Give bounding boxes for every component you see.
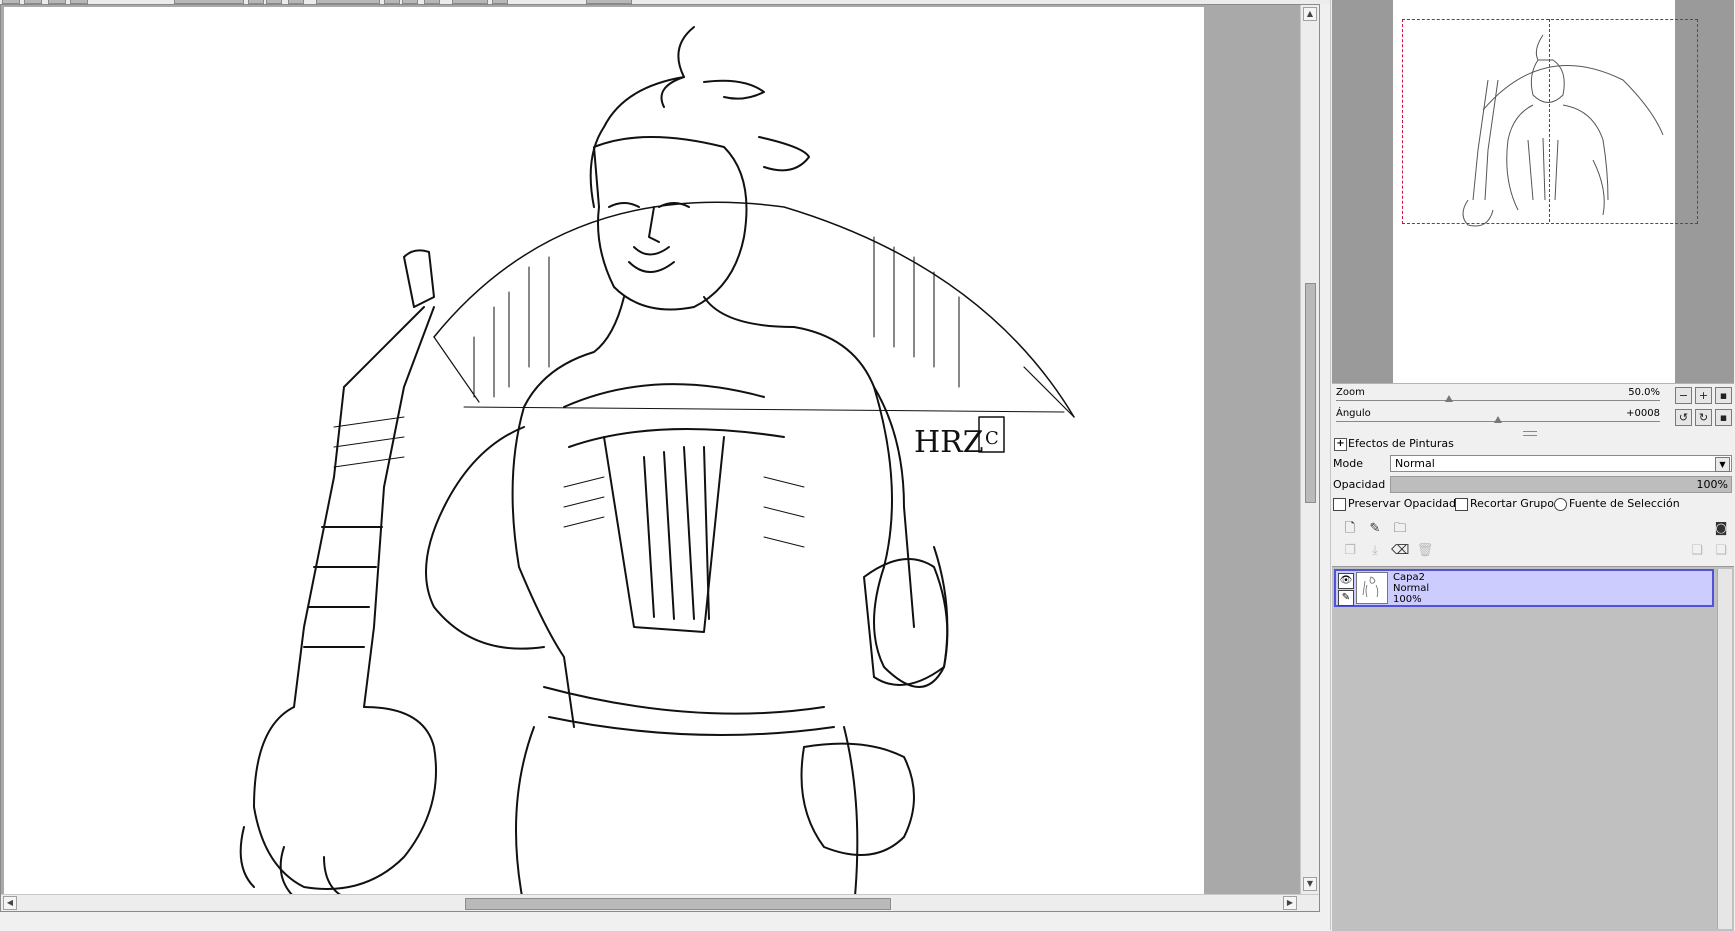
clip-group-label: Recortar Grupo — [1470, 497, 1555, 510]
layer-list-scrollbar[interactable] — [1717, 569, 1732, 929]
mode-label: Mode — [1333, 457, 1363, 470]
selection-source-label: Fuente de Selección — [1569, 497, 1680, 510]
zoom-out-button[interactable]: − — [1675, 387, 1692, 404]
merge-down-icon[interactable]: ⤓ — [1366, 542, 1384, 560]
zoom-in-button[interactable]: + — [1695, 387, 1712, 404]
navigator-viewport-frame[interactable] — [1402, 19, 1698, 224]
vertical-scroll-thumb[interactable] — [1305, 283, 1316, 503]
line-art-drawing: HRZ C — [239, 26, 1075, 908]
panel-splitter-grip[interactable] — [1523, 431, 1537, 436]
zoom-slider-handle[interactable] — [1445, 395, 1453, 402]
rotate-right-icon[interactable]: ↻ — [1695, 409, 1712, 426]
opacity-slider[interactable]: 100% — [1390, 476, 1732, 493]
canvas-horizontal-scrollbar[interactable]: ◀ ▶ — [1, 894, 1319, 911]
angle-slider[interactable]: Ángulo +0008 — [1332, 406, 1664, 424]
copy-layer-icon[interactable]: ❐ — [1341, 542, 1359, 560]
canvas-vertical-scrollbar[interactable]: ▲ ▼ — [1300, 5, 1319, 911]
radio-circle[interactable] — [1554, 498, 1567, 511]
delete-layer-icon[interactable]: 🗑 — [1416, 542, 1434, 560]
layer-opacity: 100% — [1393, 594, 1422, 605]
layer-info: Capa2 Normal 100% — [1393, 572, 1429, 605]
clear-layer-icon[interactable]: ⌫ — [1391, 542, 1409, 560]
zoom-label: Zoom — [1336, 387, 1365, 398]
right-panel: Zoom 50.0% − + ▪ Ángulo +0008 ↺ ↻ ▪ + Ef… — [1330, 0, 1735, 931]
apply-mask-icon[interactable]: ❏ — [1688, 542, 1706, 560]
angle-slider-handle[interactable] — [1494, 416, 1502, 423]
new-folder-icon[interactable]: 🗀 — [1391, 520, 1409, 538]
layer-name: Capa2 — [1393, 572, 1425, 583]
blend-mode-dropdown[interactable]: Normal ▼ — [1390, 455, 1732, 472]
zoom-value: 50.0% — [1628, 387, 1660, 398]
navigator-preview[interactable] — [1332, 0, 1734, 384]
zoom-slider[interactable]: Zoom 50.0% — [1332, 385, 1664, 403]
zoom-reset-button[interactable]: ▪ — [1715, 387, 1732, 404]
scroll-left-arrow-icon[interactable]: ◀ — [3, 896, 17, 910]
preserve-opacity-label: Preservar Opacidad — [1348, 497, 1456, 510]
expand-plus-icon[interactable]: + — [1334, 438, 1347, 451]
layer-thumbnail-image — [1362, 576, 1379, 598]
rotate-left-icon[interactable]: ↺ — [1675, 409, 1692, 426]
effects-label: Efectos de Pinturas — [1348, 437, 1454, 450]
navigator-center-line — [1549, 19, 1550, 222]
layer-mask-icon[interactable]: ◙ — [1712, 520, 1730, 538]
artist-signature: HRZ — [914, 425, 984, 460]
canvas-area[interactable]: HRZ C ▲ ▼ ◀ ▶ — [0, 4, 1320, 912]
new-layer-icon[interactable]: 🗋 — [1341, 520, 1359, 538]
eye-icon[interactable]: 👁 — [1338, 573, 1354, 589]
opacity-value: 100% — [1696, 478, 1728, 491]
layer-row-capa2[interactable]: 👁 ✎ Capa2 Normal 100% — [1334, 569, 1714, 607]
opacity-fill — [1391, 477, 1731, 492]
layer-thumbnail — [1356, 572, 1388, 604]
layer-list[interactable]: 👁 ✎ Capa2 Normal 100% — [1332, 566, 1734, 931]
angle-value: +0008 — [1626, 408, 1660, 419]
checkbox-box[interactable] — [1455, 498, 1468, 511]
scroll-down-arrow-icon[interactable]: ▼ — [1303, 877, 1317, 891]
new-vector-layer-icon[interactable]: ✎ — [1366, 520, 1384, 538]
chevron-down-icon[interactable]: ▼ — [1715, 457, 1730, 472]
delete-mask-icon[interactable]: ❏ — [1712, 542, 1730, 560]
pen-icon[interactable]: ✎ — [1338, 590, 1354, 606]
drawing-canvas[interactable]: HRZ C — [4, 7, 1204, 910]
angle-label: Ángulo — [1336, 408, 1371, 419]
zoom-track — [1336, 400, 1660, 401]
layer-mode: Normal — [1393, 583, 1430, 594]
rotation-reset-button[interactable]: ▪ — [1715, 409, 1732, 426]
checkbox-box[interactable] — [1333, 498, 1346, 511]
scroll-right-arrow-icon[interactable]: ▶ — [1283, 896, 1297, 910]
opacity-label: Opacidad — [1333, 478, 1386, 491]
blend-mode-value: Normal — [1395, 457, 1435, 470]
scroll-up-arrow-icon[interactable]: ▲ — [1303, 7, 1317, 21]
horizontal-scroll-thumb[interactable] — [465, 898, 891, 910]
signature-mark: C — [985, 428, 999, 449]
